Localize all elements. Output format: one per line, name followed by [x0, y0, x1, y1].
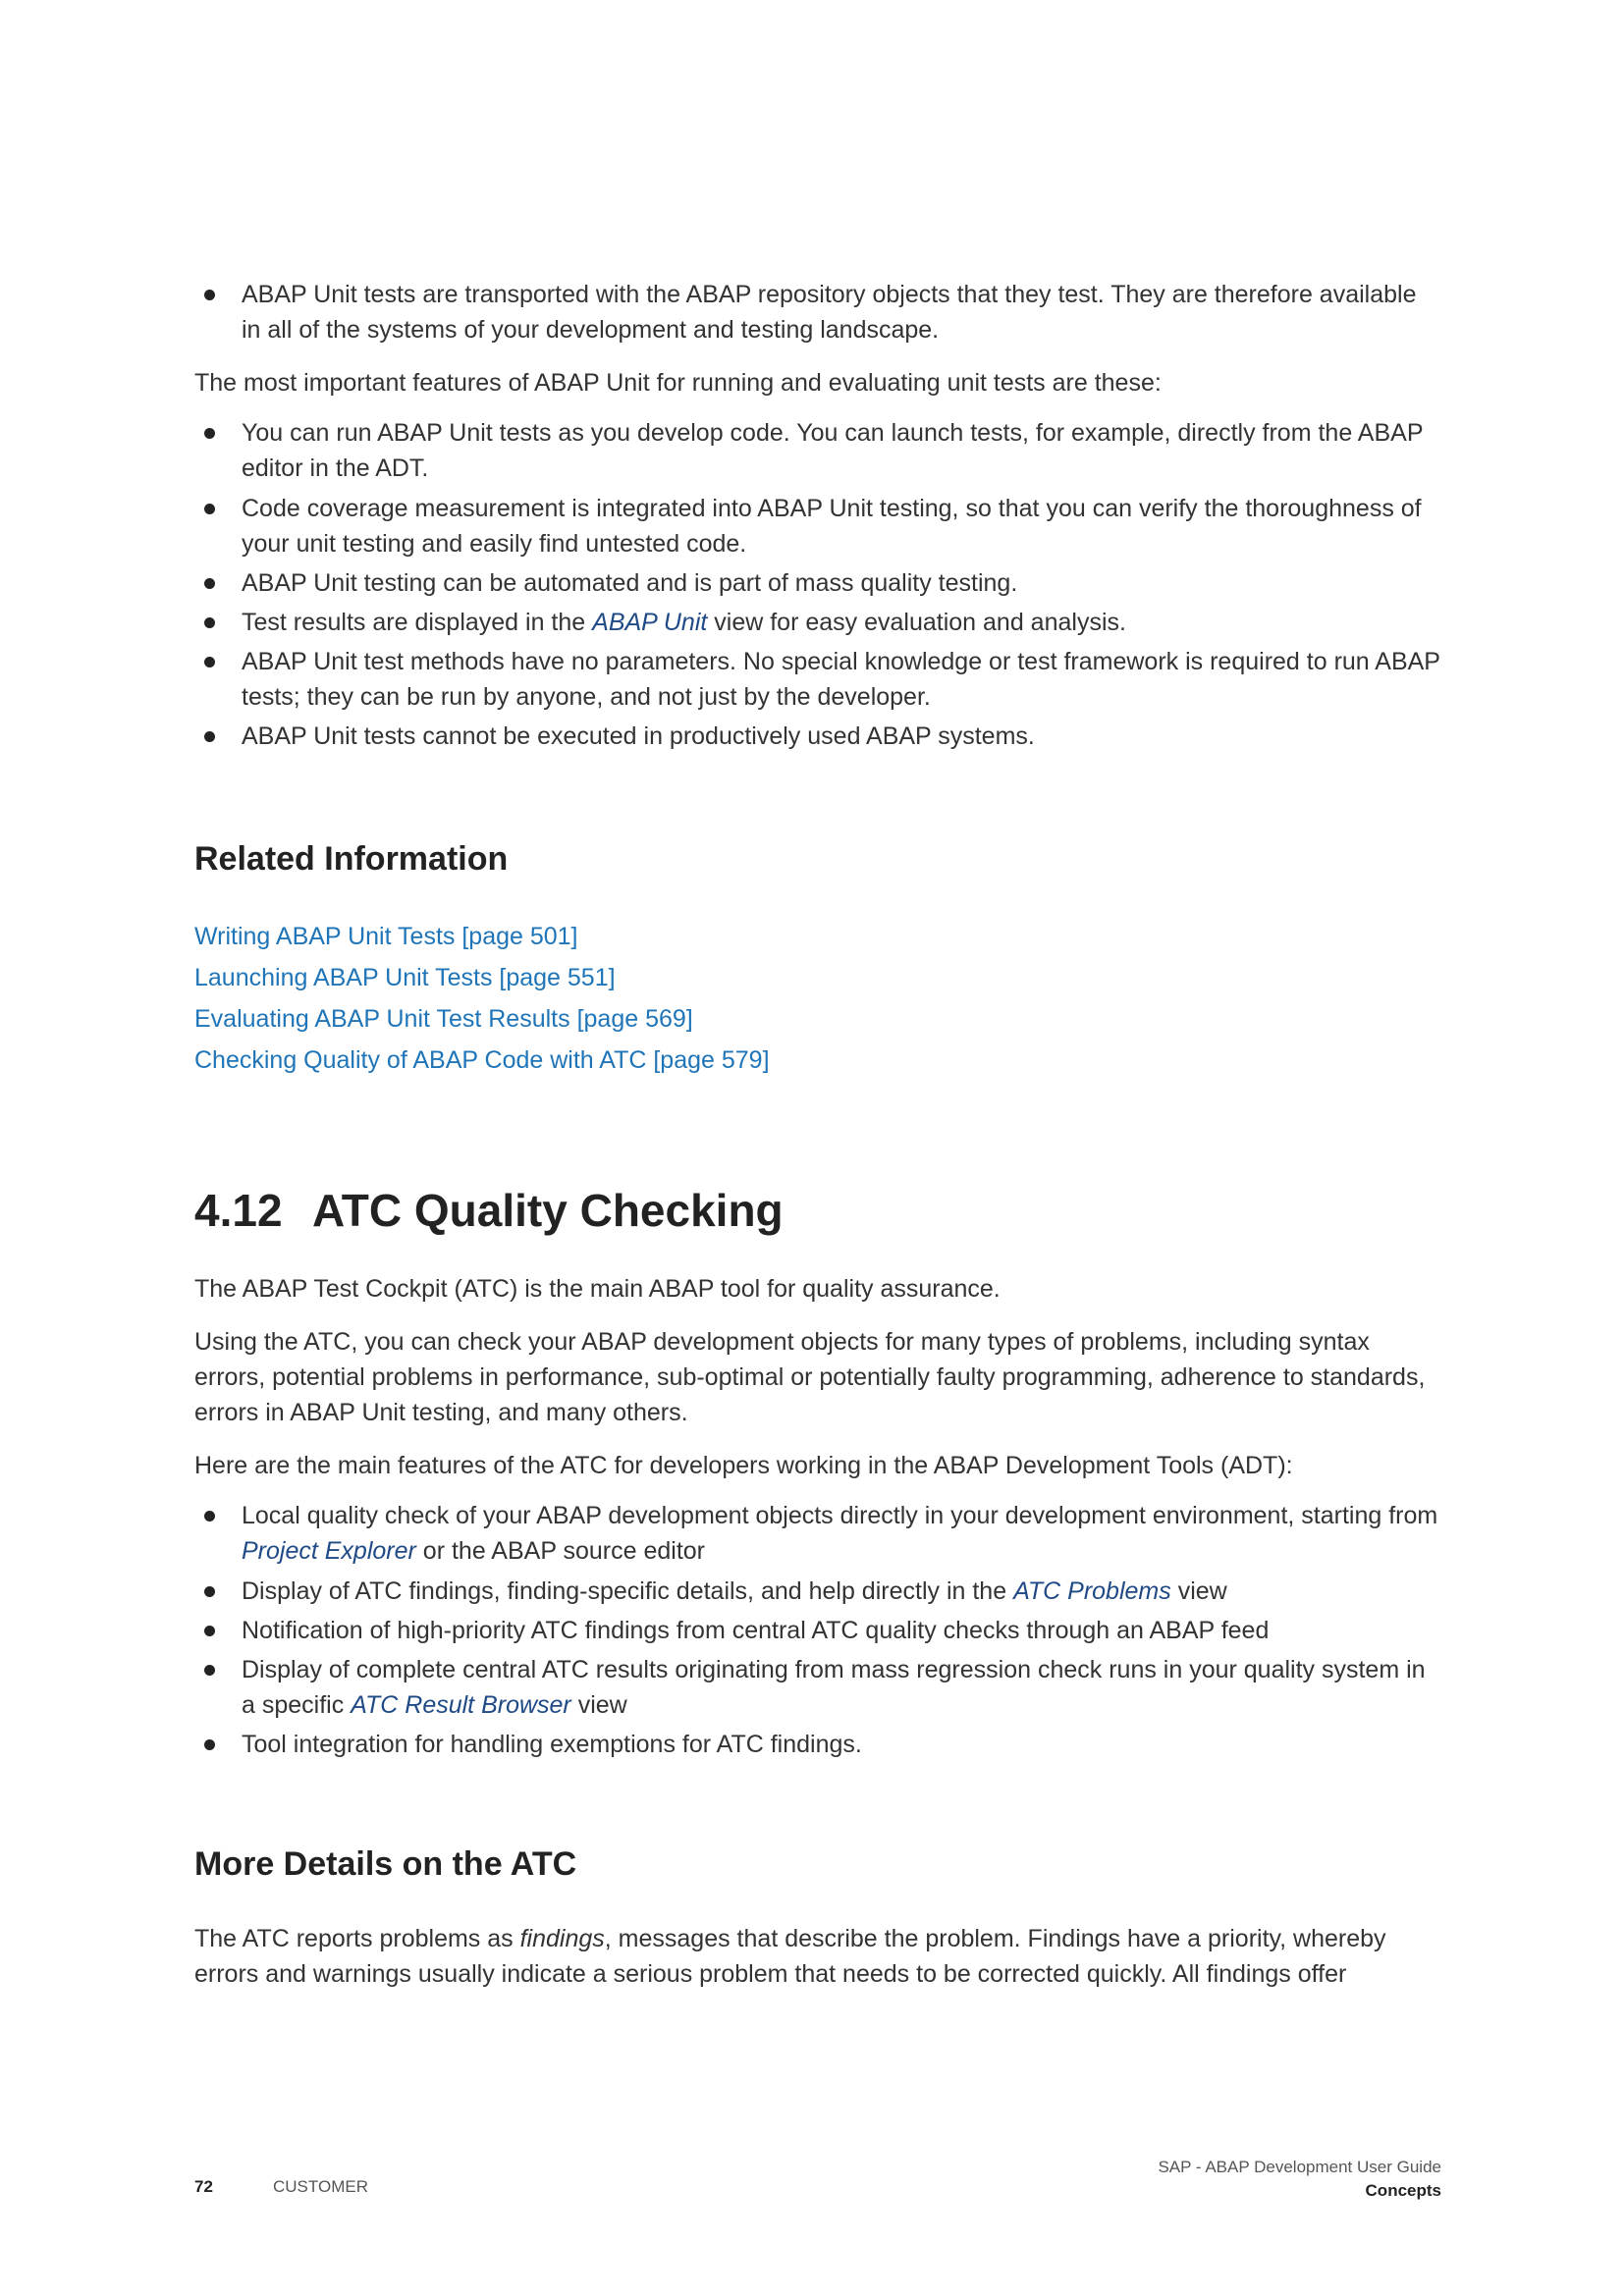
link-evaluating-abap-unit-test-results[interactable]: Evaluating ABAP Unit Test Results [page …	[194, 998, 1441, 1040]
bullet-icon	[204, 731, 215, 742]
project-explorer-term: Project Explorer	[242, 1537, 416, 1565]
bullet-text: Display of ATC findings, finding-specifi…	[242, 1577, 1014, 1605]
bullet-icon	[204, 1511, 215, 1522]
atc-features-list: Local quality check of your ABAP develop…	[194, 1498, 1441, 1762]
bullet-icon	[204, 504, 215, 514]
findings-emphasis: findings	[519, 1925, 605, 1952]
page-number: 72	[194, 2177, 213, 2196]
features-intro: The most important features of ABAP Unit…	[194, 369, 1162, 397]
features-list: You can run ABAP Unit tests as you devel…	[194, 415, 1441, 754]
bullet-text: ABAP Unit tests are transported with the…	[242, 281, 1417, 344]
section-name: Concepts	[1365, 2181, 1441, 2200]
bullet-text: view	[570, 1691, 627, 1719]
list-item: Test results are displayed in the ABAP U…	[194, 605, 1441, 640]
atc-result-browser-term: ATC Result Browser	[351, 1691, 571, 1719]
list-item: Display of complete central ATC results …	[194, 1652, 1441, 1723]
list-item: Code coverage measurement is integrated …	[194, 491, 1441, 561]
section-paragraph: Using the ATC, you can check your ABAP d…	[194, 1328, 1426, 1426]
bullet-text: Tool integration for handling exemptions…	[242, 1731, 862, 1758]
list-item: Local quality check of your ABAP develop…	[194, 1498, 1441, 1569]
link-writing-abap-unit-tests[interactable]: Writing ABAP Unit Tests [page 501]	[194, 916, 1441, 957]
list-item: Display of ATC findings, finding-specifi…	[194, 1574, 1441, 1609]
bullet-text: Code coverage measurement is integrated …	[242, 495, 1422, 558]
list-item: ABAP Unit testing can be automated and i…	[194, 565, 1441, 601]
bullet-text: You can run ABAP Unit tests as you devel…	[242, 419, 1424, 482]
bullet-text: view	[1170, 1577, 1227, 1605]
bullet-text: ABAP Unit test methods have no parameter…	[242, 648, 1440, 711]
bullet-icon	[204, 617, 215, 628]
list-item: ABAP Unit tests cannot be executed in pr…	[194, 719, 1441, 754]
footer-left: 72 CUSTOMER	[194, 2177, 368, 2197]
bullet-text: view for easy evaluation and analysis.	[707, 609, 1126, 636]
section-heading: 4.12 ATC Quality Checking	[194, 1183, 1441, 1238]
bullet-text: ABAP Unit tests cannot be executed in pr…	[242, 722, 1035, 750]
classification-label: CUSTOMER	[273, 2177, 368, 2196]
section-number: 4.12	[194, 1185, 283, 1236]
bullet-text: Notification of high-priority ATC findin…	[242, 1617, 1270, 1644]
related-information-heading: Related Information	[194, 840, 509, 878]
intro-bullet-list: ABAP Unit tests are transported with the…	[194, 277, 1441, 347]
related-links: Writing ABAP Unit Tests [page 501] Launc…	[194, 916, 1441, 1081]
link-launching-abap-unit-tests[interactable]: Launching ABAP Unit Tests [page 551]	[194, 957, 1441, 998]
bullet-icon	[204, 578, 215, 589]
list-item: You can run ABAP Unit tests as you devel…	[194, 415, 1441, 486]
paragraph-text: The ATC reports problems as	[194, 1925, 520, 1952]
bullet-icon	[204, 428, 215, 439]
atc-problems-term: ATC Problems	[1013, 1577, 1171, 1605]
list-item: ABAP Unit tests are transported with the…	[194, 277, 1441, 347]
more-details-heading: More Details on the ATC	[194, 1845, 577, 1883]
abap-unit-view-term: ABAP Unit	[592, 609, 708, 636]
bullet-icon	[204, 1739, 215, 1750]
footer-right: SAP - ABAP Development User Guide Concep…	[1158, 2156, 1441, 2203]
bullet-text: or the ABAP source editor	[415, 1537, 706, 1565]
bullet-text: Test results are displayed in the	[242, 609, 593, 636]
page-content: ABAP Unit tests are transported with the…	[194, 277, 1441, 1992]
bullet-icon	[204, 657, 215, 667]
list-item: Tool integration for handling exemptions…	[194, 1727, 1441, 1762]
bullet-icon	[204, 1665, 215, 1676]
section-paragraph: The ABAP Test Cockpit (ATC) is the main …	[194, 1275, 1001, 1303]
list-item: ABAP Unit test methods have no parameter…	[194, 644, 1441, 715]
bullet-text: Local quality check of your ABAP develop…	[242, 1502, 1438, 1529]
bullet-icon	[204, 1586, 215, 1597]
bullet-text: ABAP Unit testing can be automated and i…	[242, 569, 1018, 597]
more-details-paragraph: The ATC reports problems as findings, me…	[194, 1921, 1441, 1992]
bullet-icon	[204, 1626, 215, 1636]
section-title: ATC Quality Checking	[312, 1185, 784, 1236]
list-item: Notification of high-priority ATC findin…	[194, 1613, 1441, 1648]
link-checking-quality-with-atc[interactable]: Checking Quality of ABAP Code with ATC […	[194, 1040, 1441, 1081]
document-title: SAP - ABAP Development User Guide	[1158, 2158, 1441, 2176]
section-paragraph: Here are the main features of the ATC fo…	[194, 1452, 1293, 1479]
bullet-icon	[204, 290, 215, 300]
